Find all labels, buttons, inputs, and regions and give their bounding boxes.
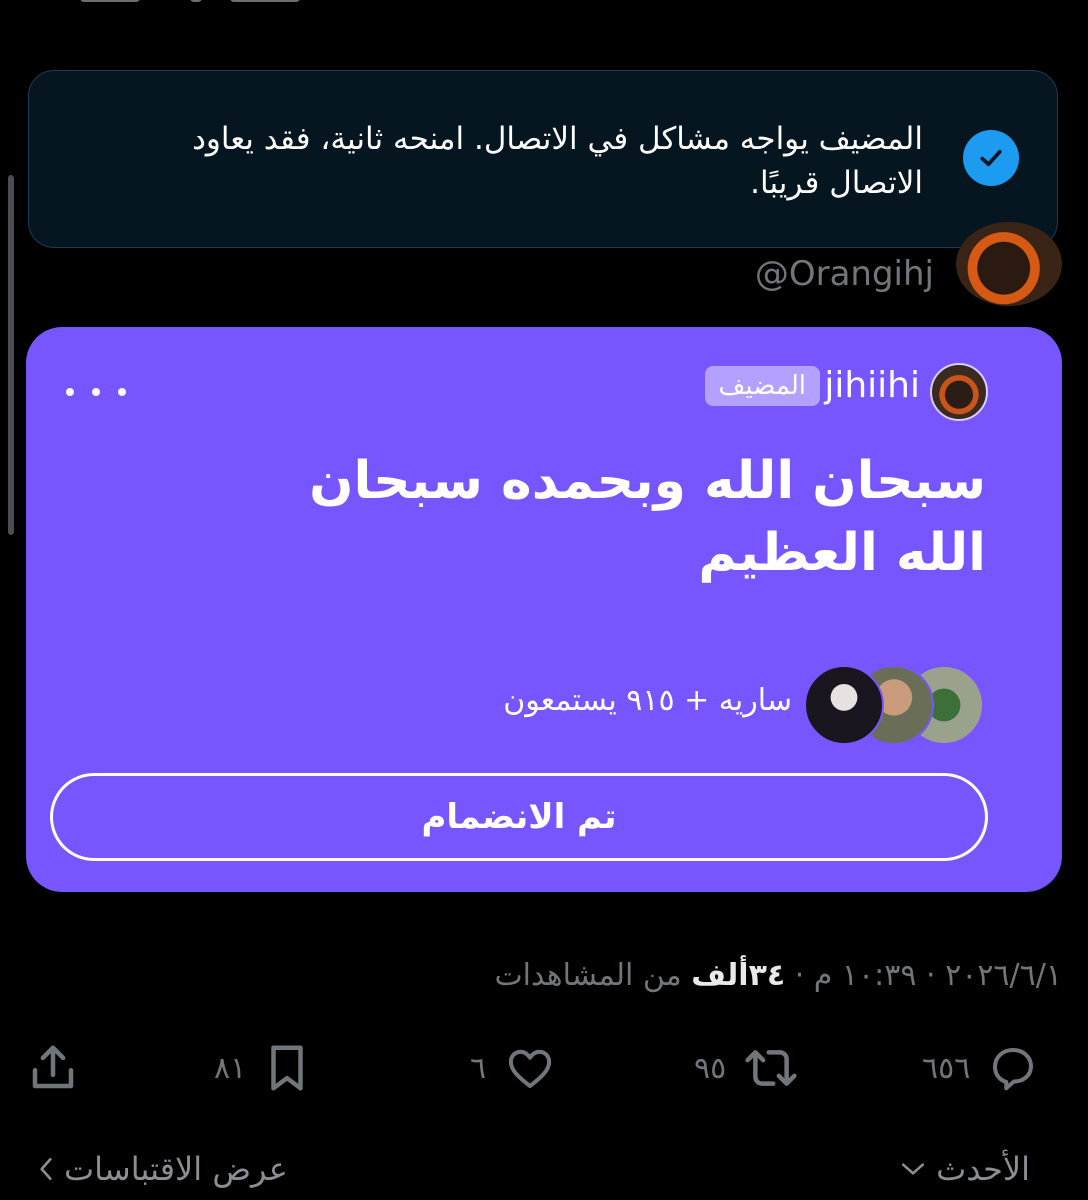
listeners-count: ساريه + ٩١٥ يستمعون: [503, 683, 792, 718]
like-button[interactable]: ٦: [470, 1036, 558, 1100]
repost-icon: [745, 1050, 797, 1086]
sort-dropdown[interactable]: الأحدث: [900, 1150, 1030, 1188]
reply-icon: [993, 1047, 1034, 1091]
chevron-down-icon: [902, 1163, 925, 1175]
reply-button[interactable]: ٦٥٦: [922, 1036, 1040, 1100]
repost-count: ٩٥: [694, 1050, 727, 1086]
bookmark-count: ٨١: [214, 1050, 247, 1086]
views-count[interactable]: ٣٤ألف: [691, 958, 785, 993]
post-meta: ٢٠٢٦/٦/١ · ١٠:٣٩ م · ٣٤ألف من المشاهدات: [494, 958, 1062, 993]
bookmark-button[interactable]: ٨١: [214, 1036, 312, 1100]
space-card[interactable]: jihiihi المضيف سبحان الله وبحمده سبحان ا…: [26, 327, 1062, 892]
status-bar-remnant: [80, 0, 300, 6]
connection-toast: المضيف يواجه مشاكل في الاتصال. امنحه ثان…: [28, 70, 1058, 248]
host-badge: المضيف: [704, 366, 820, 406]
scrollbar[interactable]: [8, 175, 14, 535]
post-detail-screen: المضيف يواجه مشاكل في الاتصال. امنحه ثان…: [0, 0, 1088, 1200]
host-name[interactable]: jihiihi: [824, 365, 920, 406]
space-title: سبحان الله وبحمده سبحان الله العظيم: [309, 451, 986, 583]
check-circle-icon: [963, 130, 1019, 186]
repost-button[interactable]: ٩٥: [694, 1036, 800, 1100]
share-button[interactable]: [26, 1036, 80, 1100]
post-timestamp: ٢٠٢٦/٦/١ · ١٠:٣٩ م ·: [785, 958, 1062, 993]
view-quotes-link[interactable]: عرض الاقتباسات: [38, 1150, 288, 1188]
author-avatar[interactable]: [956, 222, 1062, 306]
heart-icon: [508, 1049, 552, 1089]
reply-count: ٦٥٦: [922, 1050, 971, 1086]
bookmark-icon: [271, 1045, 303, 1091]
sort-label: الأحدث: [936, 1150, 1030, 1188]
listener-avatars: [804, 665, 984, 745]
like-count: ٦: [470, 1050, 487, 1086]
joined-button[interactable]: تم الانضمام: [50, 773, 988, 861]
share-icon: [32, 1045, 74, 1089]
listener-avatar: [804, 665, 884, 745]
more-options-icon[interactable]: [66, 377, 126, 407]
host-avatar[interactable]: [930, 363, 988, 421]
views-label: من المشاهدات: [494, 958, 692, 993]
toast-message: المضيف يواجه مشاكل في الاتصال. امنحه ثان…: [192, 121, 923, 201]
quotes-label: عرض الاقتباسات: [64, 1150, 288, 1188]
author-handle[interactable]: @Orangihj: [755, 254, 934, 294]
chevron-left-icon: [40, 1157, 52, 1181]
